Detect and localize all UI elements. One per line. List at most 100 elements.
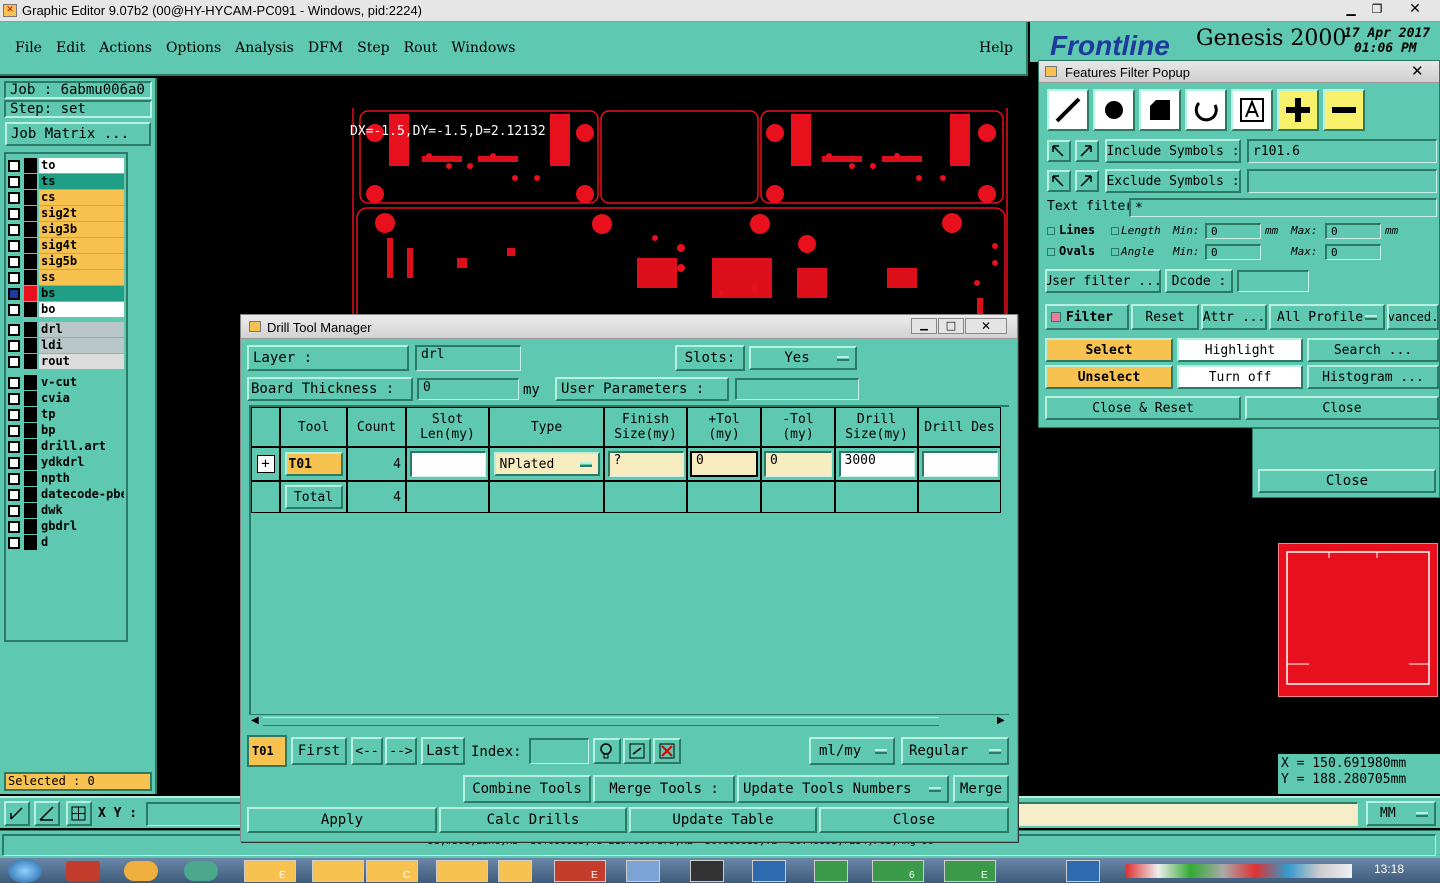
find-icon[interactable] (593, 738, 621, 764)
taskbar-task-7[interactable] (626, 860, 660, 882)
layer-affected-indicator[interactable] (24, 423, 37, 438)
xy-input[interactable] (146, 802, 246, 826)
layer-affected-indicator[interactable] (24, 439, 37, 454)
taskbar-task-11[interactable]: 6 (872, 860, 924, 882)
exclude-arrow-icon[interactable] (1047, 170, 1071, 192)
layer-row[interactable]: bs (8, 286, 124, 301)
layer-checkbox[interactable] (8, 376, 20, 389)
taskbar-task-1[interactable]: E (244, 860, 296, 882)
layer-checkbox[interactable] (8, 303, 20, 316)
user-parameters-input[interactable] (735, 378, 859, 400)
expand-icon[interactable]: + (256, 455, 275, 473)
layer-row[interactable]: dwk (8, 503, 124, 518)
scroll-right-icon[interactable]: ▶ (997, 715, 1005, 726)
layer-affected-indicator[interactable] (24, 158, 37, 173)
layer-checkbox[interactable] (8, 191, 20, 204)
include-symbols-input[interactable]: r101.6 (1247, 139, 1437, 163)
taskbar-app-1-icon[interactable] (66, 861, 100, 881)
exclude-symbols-input[interactable] (1247, 169, 1437, 193)
close-icon[interactable]: ✕ (1400, 1, 1430, 19)
minus-tol-input[interactable]: 0 (764, 451, 832, 477)
layer-affected-indicator[interactable] (24, 455, 37, 470)
drill-maximize-icon[interactable]: □ (938, 318, 964, 334)
user-parameters-button[interactable]: User Parameters : (555, 377, 729, 401)
select-button[interactable]: Select (1045, 338, 1173, 362)
measure-icon[interactable] (34, 801, 60, 826)
prev-button[interactable]: <-- (351, 737, 383, 765)
delete-icon[interactable] (653, 738, 681, 764)
layer-affected-indicator[interactable] (24, 354, 37, 369)
layer-row[interactable]: sig4t (8, 238, 124, 253)
drill-minimize-icon[interactable]: ▁ (911, 318, 937, 334)
layer-checkbox[interactable] (8, 223, 20, 236)
layer-row[interactable]: tp (8, 407, 124, 422)
length-max-input[interactable]: 0 (1325, 223, 1381, 239)
layer-checkbox[interactable] (8, 255, 20, 268)
taskbar-task-12[interactable]: E (944, 860, 996, 882)
user-filter-button[interactable]: User filter ... (1045, 269, 1161, 293)
layer-row[interactable]: to (8, 158, 124, 173)
positive-polarity-icon[interactable] (1277, 89, 1319, 131)
layer-row[interactable]: npth (8, 471, 124, 486)
text-filter-input[interactable]: * (1129, 198, 1437, 217)
units-select[interactable]: ml/my (809, 737, 895, 765)
include-symbols-button[interactable]: Include Symbols : (1105, 139, 1241, 163)
search-button[interactable]: Search ... (1307, 338, 1439, 362)
layer-row[interactable]: sig3b (8, 222, 124, 237)
layer-affected-indicator[interactable] (24, 471, 37, 486)
scroll-thumb[interactable] (263, 717, 939, 726)
layer-checkbox[interactable] (8, 408, 20, 421)
menu-rout[interactable]: Rout (404, 40, 438, 56)
layer-row[interactable]: datecode-pbe (8, 487, 124, 502)
line-type-icon[interactable] (1047, 89, 1089, 131)
taskbar-task-8[interactable] (690, 860, 724, 882)
unselect-button[interactable]: Unselect (1045, 365, 1173, 389)
length-checkbox[interactable] (1111, 227, 1119, 235)
layer-row[interactable]: sig5b (8, 254, 124, 269)
taskbar-app-2-icon[interactable] (124, 861, 158, 881)
length-min-input[interactable]: 0 (1205, 223, 1261, 239)
taskbar-task-3[interactable]: C (366, 860, 418, 882)
pad-type-icon[interactable] (1093, 89, 1135, 131)
angle-checkbox[interactable] (1111, 248, 1119, 256)
exclude-symbols-button[interactable]: Exclude Symbols : (1105, 169, 1241, 193)
layer-affected-indicator[interactable] (24, 535, 37, 550)
merge-mode-dropdown[interactable]: Update Tools Numbers (737, 775, 949, 803)
layer-row[interactable]: drl (8, 322, 124, 337)
menu-options[interactable]: Options (166, 40, 221, 56)
layer-checkbox[interactable] (8, 175, 20, 188)
layer-checkbox[interactable] (8, 207, 20, 220)
layer-row[interactable]: bp (8, 423, 124, 438)
taskbar-app-3-icon[interactable] (184, 861, 218, 881)
menu-analysis[interactable]: Analysis (235, 40, 294, 56)
layer-row[interactable]: cs (8, 190, 124, 205)
type-dropdown[interactable]: NPlated (493, 452, 600, 476)
drill-close-icon[interactable]: ✕ (965, 318, 1007, 334)
layer-affected-indicator[interactable] (24, 238, 37, 253)
menu-edit[interactable]: Edit (56, 40, 85, 56)
index-input[interactable] (529, 738, 589, 764)
exclude-arrow2-icon[interactable] (1075, 170, 1099, 192)
calc-drills-button[interactable]: Calc Drills (439, 807, 627, 833)
next-button[interactable]: --> (385, 737, 417, 765)
taskbar-task-9[interactable] (752, 860, 786, 882)
taskbar-task-10[interactable] (814, 860, 848, 882)
text-type-icon[interactable] (1231, 89, 1273, 131)
reset-button[interactable]: Reset (1131, 304, 1199, 330)
layer-affected-indicator[interactable] (24, 375, 37, 390)
units-dropdown[interactable]: MM (1366, 801, 1436, 826)
slot-len-input[interactable] (409, 451, 486, 477)
include-arrow-icon[interactable] (1047, 140, 1071, 162)
maximize-icon[interactable]: ❐ (1366, 2, 1388, 18)
tray-icons[interactable] (1126, 864, 1352, 878)
layer-affected-indicator[interactable] (24, 302, 37, 317)
layer-checkbox[interactable] (8, 271, 20, 284)
taskbar-task-6[interactable]: E (554, 860, 606, 882)
layer-checkbox[interactable] (8, 159, 20, 172)
dcode-input[interactable] (1237, 270, 1309, 292)
layer-checkbox[interactable] (8, 472, 20, 485)
first-button[interactable]: First (291, 737, 347, 765)
layer-row[interactable]: gbdrl (8, 519, 124, 534)
start-orb-icon[interactable] (8, 859, 42, 883)
layer-row[interactable]: drill.art (8, 439, 124, 454)
